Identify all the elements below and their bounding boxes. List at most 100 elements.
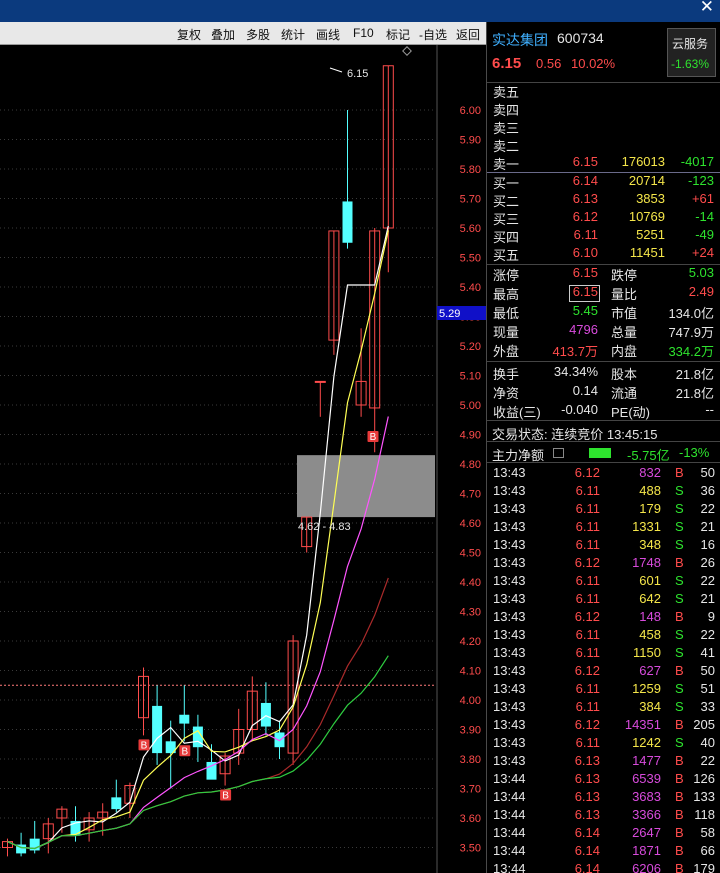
- tool-fuquan-button[interactable]: 复权: [177, 26, 201, 43]
- buy-level-change: +24: [691, 245, 714, 260]
- stock-code: 600734: [557, 30, 604, 46]
- sell-level-volume: 176013: [621, 154, 665, 169]
- tick-volume: 601: [639, 573, 661, 588]
- tick-count: 179: [693, 861, 715, 873]
- tick-count: 36: [700, 483, 715, 498]
- tool-overlay-button[interactable]: 叠加: [211, 26, 235, 43]
- tick-time: 13:43: [493, 501, 526, 516]
- y-tick-label: 3.90: [460, 725, 481, 737]
- buy-level-label: 买二: [493, 194, 520, 209]
- gap-annotation: 4.62 - 4.83: [298, 521, 351, 533]
- stat-label: 流通: [611, 386, 638, 401]
- cloud-service-pct: -1.63%: [671, 57, 710, 71]
- tick-count: 40: [700, 735, 715, 750]
- tick-price: 6.12: [574, 555, 600, 570]
- y-tick-label: 5.70: [460, 194, 481, 206]
- tick-side: S: [675, 699, 684, 714]
- y-tick-label: 4.90: [460, 430, 481, 442]
- tick-price: 6.11: [575, 537, 600, 552]
- tick-side: S: [675, 735, 684, 750]
- tool-stats-button[interactable]: 统计: [281, 26, 305, 43]
- y-tick-label: 3.60: [460, 813, 481, 825]
- capital-bar: [589, 448, 611, 458]
- tick-time: 13:43: [493, 537, 526, 552]
- tick-price: 6.14: [574, 825, 600, 840]
- buy-level-change: -49: [695, 227, 714, 242]
- tick-count: 22: [700, 501, 715, 516]
- tick-volume: 1748: [632, 555, 661, 570]
- tick-side: B: [675, 717, 684, 732]
- tick-side: B: [675, 843, 684, 858]
- stat-label: 股本: [611, 367, 638, 382]
- high-price-highlight: [569, 285, 600, 302]
- tick-price: 6.11: [575, 501, 600, 516]
- tool-mark-button[interactable]: 标记: [386, 26, 410, 43]
- kline-chart[interactable]: B B B B 4.62 - 4.83 6.15 6.00 5.90 5.80 5.70 5.60 5…: [0, 45, 486, 873]
- tool-back-button[interactable]: 返回: [456, 26, 480, 43]
- buy-level-change: +61: [691, 191, 714, 206]
- stat-label: 量比: [611, 287, 638, 302]
- capital-detail-icon[interactable]: [553, 448, 564, 458]
- stat-value: 4796: [569, 322, 598, 337]
- tick-price: 6.14: [574, 861, 600, 873]
- y-tick-label: 4.80: [460, 459, 481, 471]
- y-tick-label: 3.70: [460, 784, 481, 796]
- tick-time: 13:43: [493, 717, 526, 732]
- tick-volume: 384: [639, 699, 661, 714]
- stat-label: 涨停: [493, 268, 520, 283]
- quote-panel: 实达集团 600734 6.15 0.56 10.02% 云服务 -1.63% …: [486, 22, 720, 873]
- tick-count: 21: [700, 591, 715, 606]
- tick-price: 6.12: [574, 465, 600, 480]
- tick-side: S: [675, 519, 684, 534]
- tick-price: 6.12: [574, 609, 600, 624]
- tick-side: B: [675, 753, 684, 768]
- tick-side: S: [675, 537, 684, 552]
- tick-volume: 148: [639, 609, 661, 624]
- tool-draw-button[interactable]: 画线: [316, 26, 340, 43]
- tick-volume: 6539: [632, 771, 661, 786]
- tick-time: 13:43: [493, 645, 526, 660]
- tick-count: 118: [694, 807, 715, 822]
- tick-count: 126: [693, 771, 715, 786]
- stat-value: 21.8亿: [675, 386, 714, 401]
- y-tick-label: 4.10: [460, 666, 481, 678]
- tick-volume: 3683: [632, 789, 661, 804]
- tick-side: S: [675, 627, 684, 642]
- tick-price: 6.13: [574, 807, 600, 822]
- tick-count: 51: [700, 681, 715, 696]
- tick-volume: 627: [639, 663, 661, 678]
- tick-volume: 1259: [632, 681, 661, 696]
- tick-side: S: [675, 681, 684, 696]
- buy-level-price: 6.12: [572, 209, 598, 224]
- tick-count: 41: [700, 645, 715, 660]
- buy-level-change: -14: [695, 209, 714, 224]
- tool-watchlist-button[interactable]: -自选: [419, 26, 447, 43]
- buy-level-price: 6.13: [572, 191, 598, 206]
- buy-level-volume: 11451: [629, 245, 665, 260]
- kline-svg[interactable]: B B B B 4.62 - 4.83 6.15 6.00 5.90 5.80 5.70 5.60 5…: [0, 45, 486, 873]
- tick-volume: 6206: [632, 861, 661, 873]
- tool-f10-button[interactable]: F10: [353, 26, 374, 40]
- sell-level-label: 卖二: [493, 139, 520, 154]
- cloud-service-label: 云服务: [672, 37, 709, 51]
- tick-volume: 488: [639, 483, 661, 498]
- stat-label: 最低: [493, 306, 520, 321]
- sell-level-label: 卖四: [493, 103, 520, 118]
- y-tick-label: 4.30: [460, 607, 481, 619]
- tool-multistock-button[interactable]: 多股: [246, 26, 270, 43]
- stat-label: 现量: [493, 325, 520, 340]
- cloud-service-button[interactable]: 云服务 -1.63%: [667, 28, 716, 77]
- tick-volume: 3366: [632, 807, 661, 822]
- tick-price: 6.13: [574, 771, 600, 786]
- price-change-pct: 10.02%: [571, 56, 616, 71]
- tick-side: B: [675, 465, 684, 480]
- tick-time: 13:44: [493, 843, 526, 858]
- chart-toolbar: 复权 叠加 多股 统计 画线 F10 标记 -自选 返回: [0, 22, 486, 45]
- y-tick-label: 4.70: [460, 489, 481, 501]
- close-icon[interactable]: ✕: [700, 0, 714, 17]
- candle-body: [152, 705, 163, 754]
- tick-price: 6.11: [575, 681, 600, 696]
- buy-level-volume: 10769: [628, 209, 665, 224]
- buy-marker-label: B: [222, 791, 229, 802]
- buy-level-volume: 3853: [636, 191, 665, 206]
